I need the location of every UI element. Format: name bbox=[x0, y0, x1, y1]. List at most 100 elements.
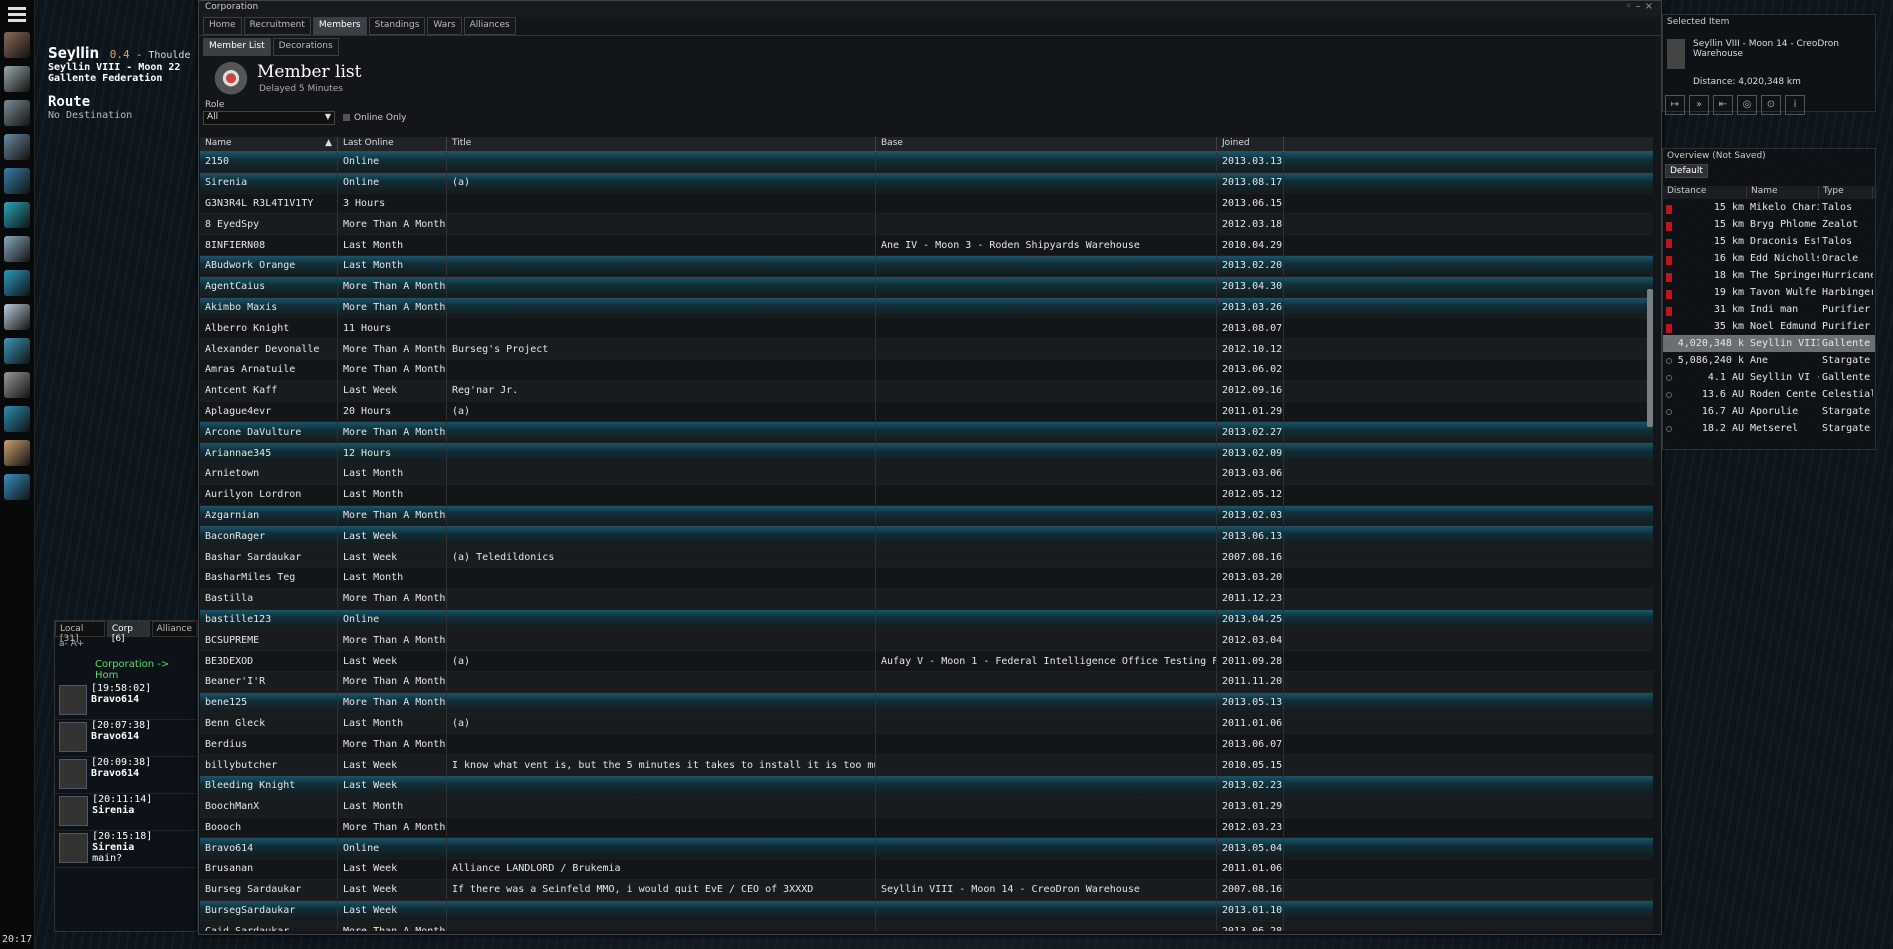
table-row[interactable]: bene125 More Than A Month 2013.05.13 bbox=[200, 692, 1653, 714]
table-row[interactable]: ABudwork Orange Last Month 2013.02.20 bbox=[200, 255, 1653, 277]
window-title-bar[interactable]: Corporation ◦–× bbox=[199, 1, 1661, 17]
column-header-title[interactable]: Title bbox=[447, 137, 876, 151]
overview-row[interactable]: 16 km Edd Nicholls Oracle bbox=[1663, 250, 1875, 267]
table-row[interactable]: Burseg Sardaukar Last Week If there was a … bbox=[200, 879, 1653, 901]
chat-sender[interactable]: Bravo614 bbox=[91, 768, 139, 779]
table-row[interactable]: Azgarnian More Than A Month 2013.02.03 bbox=[200, 505, 1653, 527]
pin-icon[interactable]: ◦ bbox=[1626, 1, 1636, 12]
overview-row[interactable]: 13.6 AU Roden Cente Celestial bbox=[1663, 386, 1875, 403]
minimize-icon[interactable]: – bbox=[1636, 1, 1645, 12]
table-row[interactable]: Alberro Knight 11 Hours 2013.08.07 bbox=[200, 318, 1653, 340]
avatar[interactable] bbox=[59, 722, 87, 752]
cargo-icon[interactable] bbox=[4, 372, 30, 398]
table-row[interactable]: BE3DEXOD Last Week (a) Aufay V - Moon 1 - F… bbox=[200, 651, 1653, 672]
info-icon[interactable]: i bbox=[1785, 95, 1805, 115]
table-row[interactable]: Arnietown Last Month 2013.03.06 bbox=[200, 463, 1653, 485]
table-row[interactable]: Bashar Sardaukar Last Week (a) Teledildoni… bbox=[200, 547, 1653, 568]
table-row[interactable]: G3N3R4L R3L4T1V1TY 3 Hours 2013.06.15 bbox=[200, 193, 1653, 215]
table-row[interactable]: Akimbo Maxis More Than A Month 2013.03.26 bbox=[200, 297, 1653, 319]
column-header-last-online[interactable]: Last Online bbox=[338, 137, 447, 151]
table-row[interactable]: Caid SardaukarMore Than A Month 2013.06.2… bbox=[200, 921, 1653, 931]
table-row[interactable]: Alexander Devonalle More Than A Month Burs… bbox=[200, 339, 1653, 360]
online-only-checkbox[interactable]: Online Only bbox=[343, 113, 407, 123]
table-row[interactable]: Benn Gleck Last Month (a) 2011.01.06 bbox=[200, 713, 1653, 735]
tab-wars[interactable]: Wars bbox=[427, 17, 462, 35]
chat-sender[interactable]: Bravo614 bbox=[91, 694, 139, 705]
people-icon[interactable] bbox=[4, 202, 30, 228]
table-row[interactable]: billybutcher Last Week I know what vent is… bbox=[200, 755, 1653, 776]
tab-member-list[interactable]: Member List bbox=[203, 38, 271, 56]
table-row[interactable]: bastille123 Online 2013.04.25 bbox=[200, 609, 1653, 631]
current-station[interactable]: Seyllin VIII - Moon 22 bbox=[48, 62, 198, 73]
member-table-scrollbar[interactable] bbox=[1647, 289, 1653, 427]
overview-row[interactable]: 18 km The Springer Hurricane bbox=[1663, 267, 1875, 284]
overview-row[interactable]: 18.2 AU Metserel Stargate bbox=[1663, 420, 1875, 437]
tab-members[interactable]: Members bbox=[312, 17, 367, 35]
tab-home[interactable]: Home bbox=[203, 17, 242, 35]
table-row[interactable]: 2150 Online 2013.03.13 bbox=[200, 152, 1653, 173]
table-row[interactable]: Arcone DaVulture More Than A Month 2013.02… bbox=[200, 422, 1653, 444]
table-row[interactable]: Bastilla More Than A Month 2011.12.23 bbox=[200, 588, 1653, 610]
table-row[interactable]: Boooch More Than A Month 2012.03.23 bbox=[200, 817, 1653, 839]
character-portrait-icon[interactable] bbox=[4, 32, 30, 58]
overview-row[interactable]: 19 km Tavon Wulfe Harbinger bbox=[1663, 284, 1875, 301]
tab-alliances[interactable]: Alliances bbox=[463, 17, 516, 35]
overview-column-type[interactable]: Type bbox=[1819, 186, 1873, 199]
assets-icon[interactable] bbox=[4, 134, 30, 160]
chat-sender[interactable]: Sirenia bbox=[92, 842, 134, 853]
table-row[interactable]: Aurilyon Lordron Last Month 2012.05.12 bbox=[200, 484, 1653, 506]
overview-row[interactable]: 31 km Indi man Purifier bbox=[1663, 301, 1875, 318]
table-row[interactable]: BasharMiles Teg Last Month 2013.03.20 bbox=[200, 567, 1653, 589]
table-row[interactable]: BoochManX Last Month 2013.01.29 bbox=[200, 796, 1653, 818]
role-dropdown[interactable]: All ▼ bbox=[203, 111, 335, 125]
star-map-icon[interactable] bbox=[4, 304, 30, 330]
overview-column-distance[interactable]: Distance bbox=[1663, 186, 1747, 199]
table-row[interactable]: Brusanan Last Week Alliance LANDLORD / Bru… bbox=[200, 859, 1653, 880]
overview-row[interactable]: 15 km Bryg Phlome Zealot bbox=[1663, 216, 1875, 233]
chat-sender[interactable]: Bravo614 bbox=[91, 731, 139, 742]
table-row[interactable]: 8 EyedSpy More Than A Month 2012.03.18 bbox=[200, 214, 1653, 236]
mail-icon[interactable] bbox=[4, 168, 30, 194]
avatar[interactable] bbox=[59, 759, 87, 789]
chat-sender[interactable]: Sirenia bbox=[92, 805, 134, 816]
column-header-joined[interactable]: Joined bbox=[1217, 137, 1284, 151]
market-icon[interactable] bbox=[4, 270, 30, 296]
overview-column-name[interactable]: Name bbox=[1747, 186, 1819, 199]
close-icon[interactable]: × bbox=[1645, 1, 1657, 12]
table-row[interactable]: BursegSardaukar Last Week 2013.01.10 bbox=[200, 900, 1653, 922]
table-row[interactable]: BaconRager Last Week 2013.06.13 bbox=[200, 526, 1653, 548]
avatar[interactable] bbox=[59, 833, 89, 863]
overview-tab-default[interactable]: Default bbox=[1665, 164, 1708, 178]
map-icon[interactable] bbox=[4, 474, 30, 500]
corporation-icon[interactable] bbox=[4, 338, 30, 364]
table-row[interactable]: Amras Arnatuile More Than A Month 2013.06.… bbox=[200, 359, 1653, 381]
table-row[interactable]: Aplague4evr 20 Hours (a) 2011.01.29 bbox=[200, 401, 1653, 423]
table-row[interactable]: BCSUPREME More Than A Month 2012.03.04 bbox=[200, 630, 1653, 652]
science-icon[interactable] bbox=[4, 406, 30, 432]
look-at-icon[interactable]: ⊙ bbox=[1761, 95, 1781, 115]
table-row[interactable]: Beaner'I'R More Than A Month 2011.11.20 bbox=[200, 671, 1653, 693]
table-row[interactable]: AgentCaius More Than A Month 2013.04.30 bbox=[200, 276, 1653, 298]
system-name[interactable]: Seyllin bbox=[48, 44, 99, 62]
overview-row[interactable]: 5,086,240 k Ane Stargate bbox=[1663, 352, 1875, 369]
tab-recruitment[interactable]: Recruitment bbox=[243, 17, 311, 35]
table-row[interactable]: Berdius More Than A Month 2013.06.07 bbox=[200, 734, 1653, 756]
overview-row[interactable]: 4,020,348 kSeyllin VIII -Gallente bbox=[1663, 335, 1875, 352]
constellation-name[interactable]: - Thoulde bbox=[136, 50, 190, 61]
table-row[interactable]: 8INFIERN08 Last Month Ane IV - Moon 3 - Ro… bbox=[200, 235, 1653, 256]
tab-decorations[interactable]: Decorations bbox=[272, 38, 339, 56]
warp-icon[interactable]: » bbox=[1689, 95, 1709, 115]
overview-row[interactable]: 35 km Noel Edmund Purifier bbox=[1663, 318, 1875, 335]
wallet-icon[interactable] bbox=[4, 236, 30, 262]
chat-tab-local[interactable]: Local [31] bbox=[55, 621, 105, 644]
tab-standings[interactable]: Standings bbox=[368, 17, 426, 35]
table-row[interactable]: Antcent Kaff Last Week Reg'nar Jr. 2012.09.… bbox=[200, 380, 1653, 402]
fitting-icon[interactable] bbox=[4, 100, 30, 126]
overview-row[interactable]: 16.7 AU Aporulie Stargate bbox=[1663, 403, 1875, 420]
avatar[interactable] bbox=[59, 796, 89, 826]
column-header-name[interactable]: Name ▲ bbox=[200, 137, 338, 151]
table-row[interactable]: Bravo614 Online 2013.05.04 bbox=[200, 838, 1653, 860]
overview-row[interactable]: 15 km Mikelo Chari Talos bbox=[1663, 199, 1875, 216]
table-row[interactable]: Ariannae345 12 Hours 2013.02.09 bbox=[200, 443, 1653, 464]
dock-icon[interactable]: ⇤ bbox=[1713, 95, 1733, 115]
